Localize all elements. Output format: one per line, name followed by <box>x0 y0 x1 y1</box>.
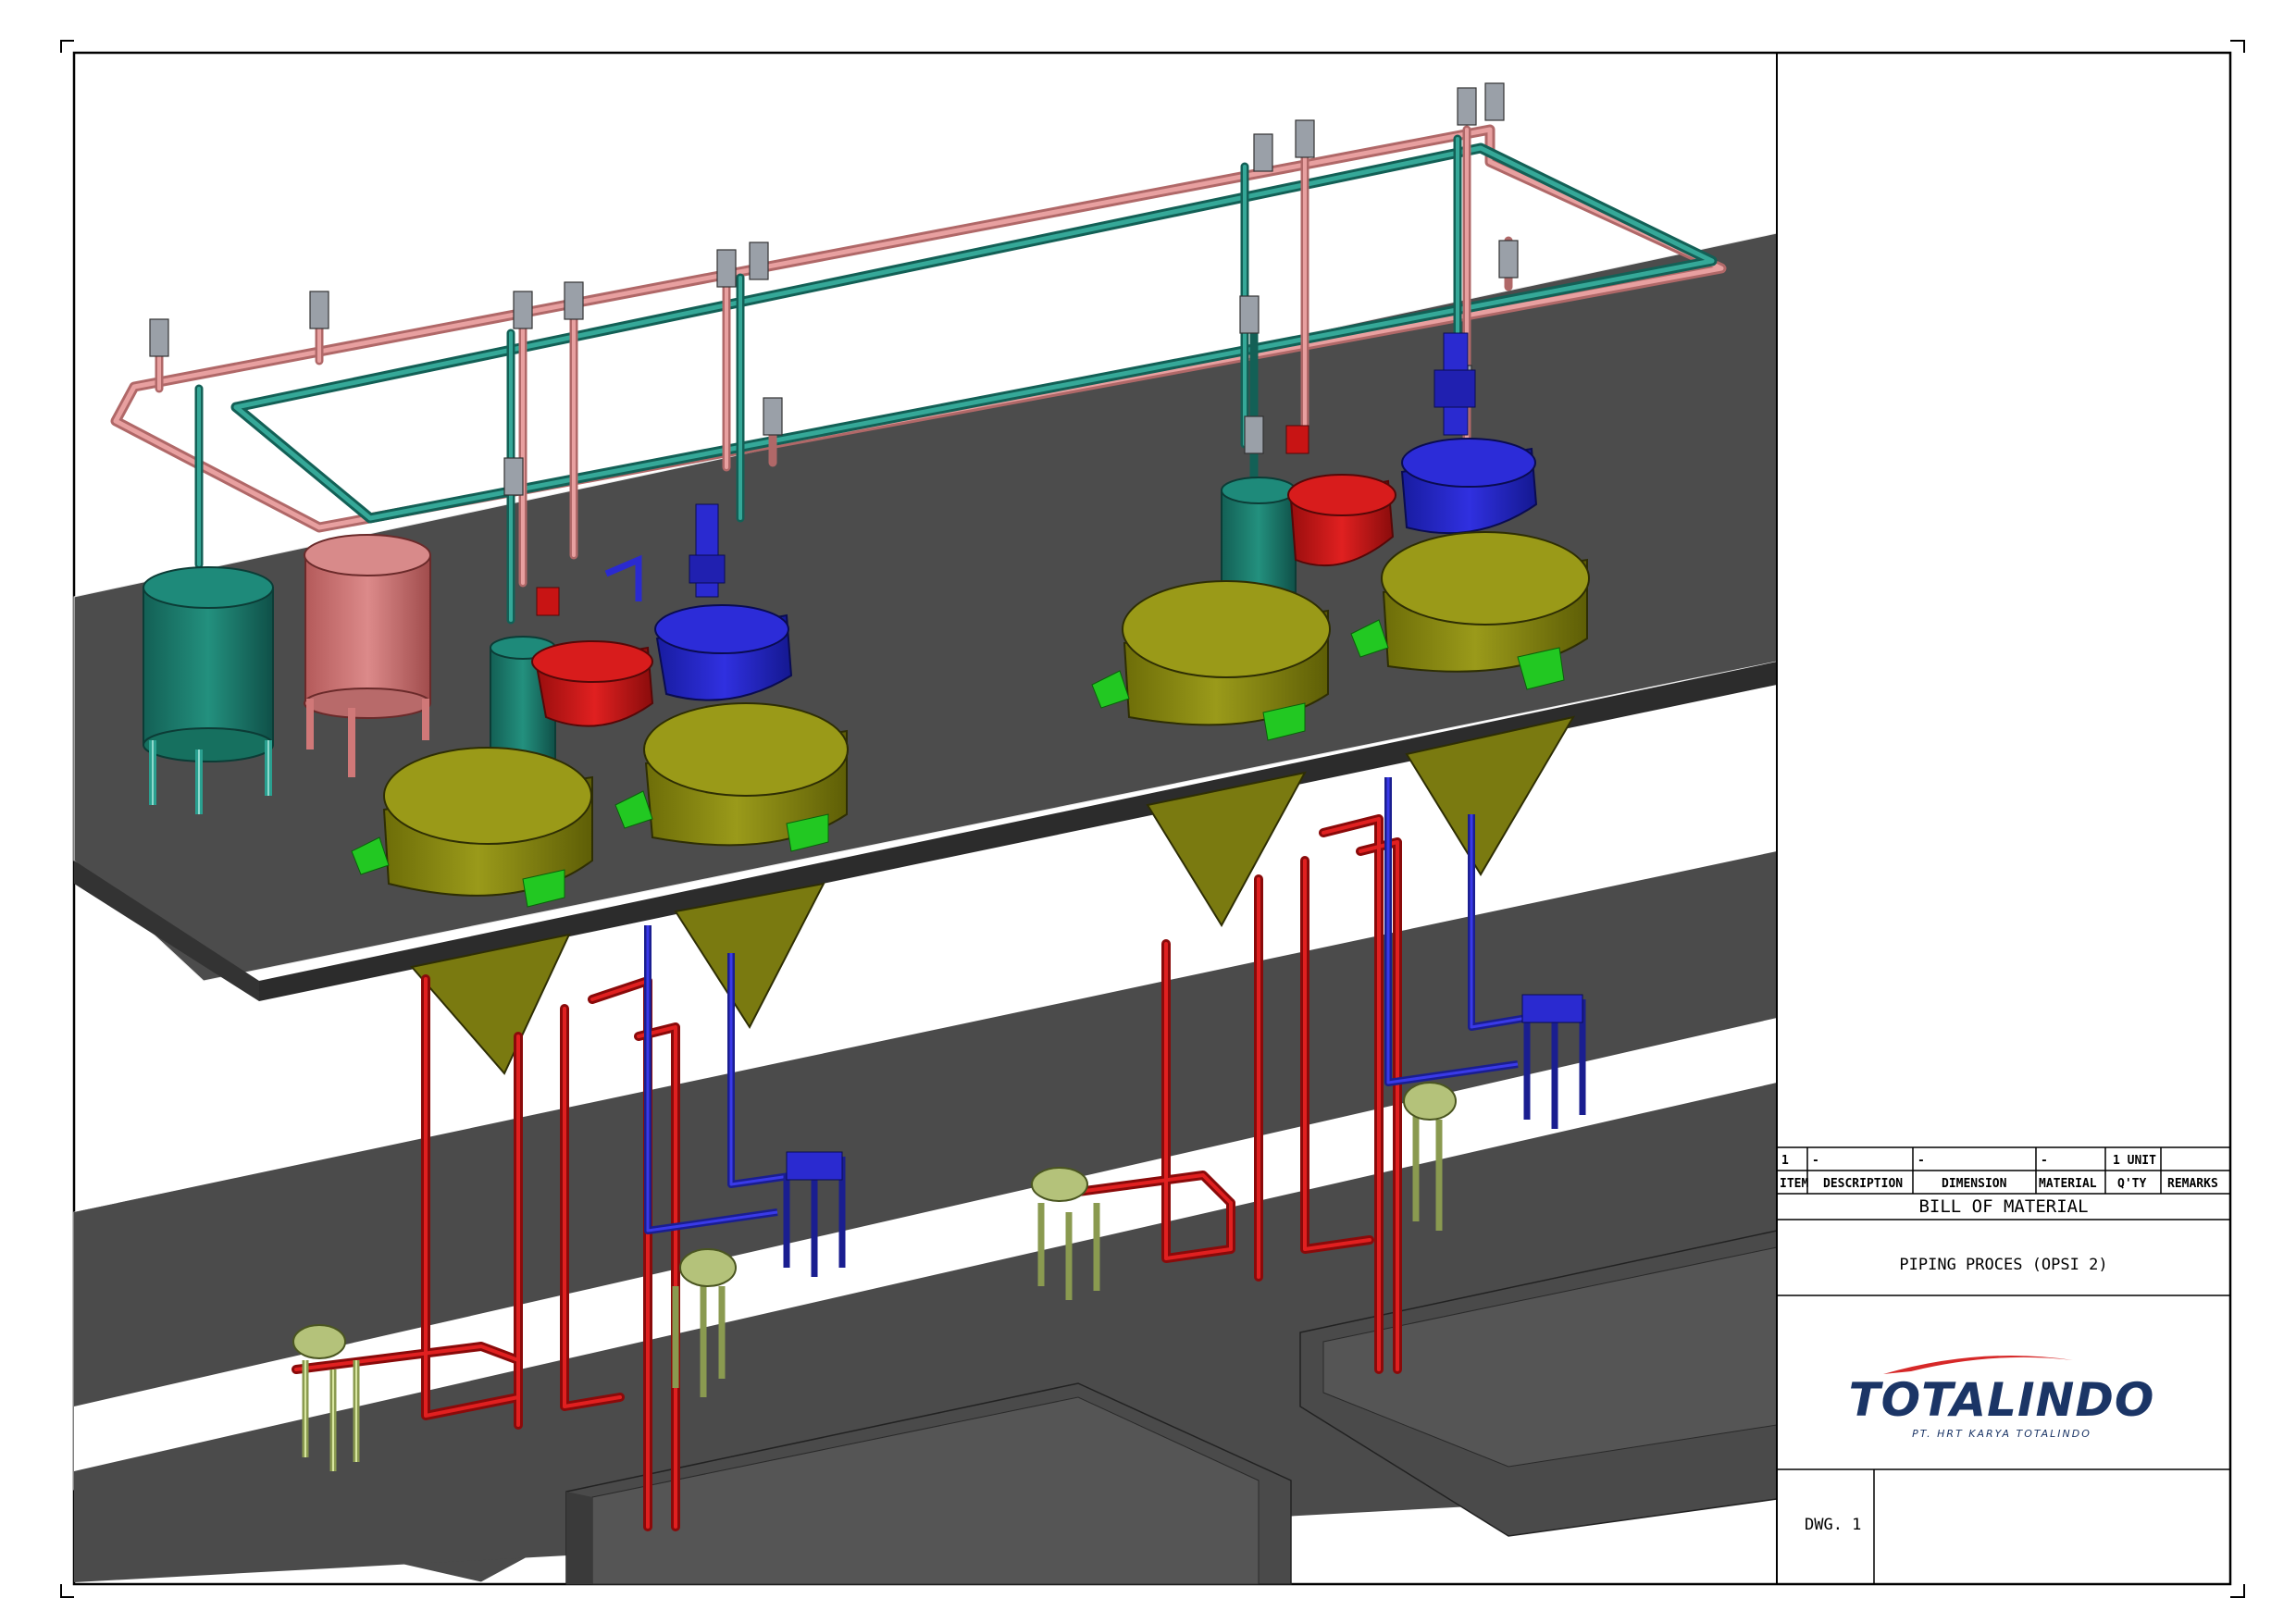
bom-header-qty: Q'TY <box>2117 1177 2146 1191</box>
project-title: PIPING PROCES (OPSI 2) <box>1899 1256 2107 1274</box>
piping-3d-view <box>73 82 1778 1585</box>
logo-subtitle: PT. HRT KARYA TOTALINDO <box>1912 1428 2091 1440</box>
bom-cell-dimension: - <box>1917 1154 1925 1168</box>
bom-row-1: 1 - - - 1 UNIT <box>1781 1154 2156 1168</box>
bom-title: BILL OF MATERIAL <box>1918 1196 2088 1217</box>
bom-header: ITEM DESCRIPTION DIMENSION MATERIAL Q'TY… <box>1780 1177 2218 1191</box>
bom-header-dimension: DIMENSION <box>1942 1177 2007 1191</box>
bom-cell-description: - <box>1812 1154 1819 1168</box>
bom-header-description: DESCRIPTION <box>1823 1177 1903 1191</box>
logo-swoosh <box>1883 1356 2073 1374</box>
company-logo: TOTALINDO PT. HRT KARYA TOTALINDO <box>1849 1356 2155 1440</box>
drawing-number: DWG. 1 <box>1805 1516 1861 1534</box>
bom-cell-qty: 1 UNIT <box>2113 1154 2156 1168</box>
small-teal-tank-right <box>1221 477 1297 593</box>
bom-cell-item: 1 <box>1781 1154 1789 1168</box>
bom-header-material: MATERIAL <box>2039 1177 2097 1191</box>
title-block <box>1776 53 2230 1584</box>
bom-header-remarks: REMARKS <box>2167 1177 2218 1191</box>
drawing-sheet: 1 - - - 1 UNIT ITEM DESCRIPTION DIMENSIO… <box>60 40 2245 1598</box>
bom-cell-material: - <box>2041 1154 2048 1168</box>
bom-header-item: ITEM <box>1780 1177 1808 1191</box>
logo-wordmark: TOTALINDO <box>1849 1373 2155 1427</box>
